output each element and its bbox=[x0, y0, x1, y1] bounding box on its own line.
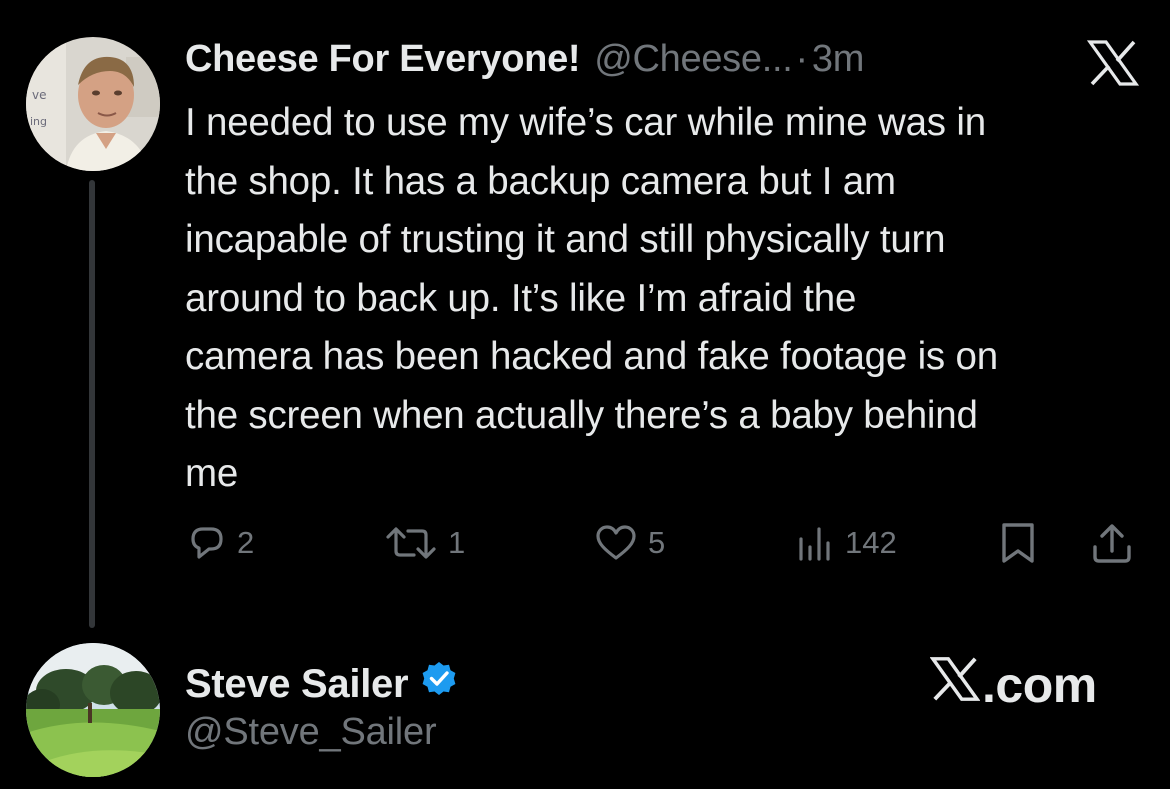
tweet-author-avatar[interactable]: ve ing bbox=[26, 37, 160, 171]
sharer-avatar[interactable] bbox=[26, 643, 160, 777]
tweet-handle[interactable]: @Cheese... bbox=[594, 38, 793, 81]
header-separator: · bbox=[795, 37, 809, 80]
x-logo-icon bbox=[1086, 40, 1140, 86]
tweet-action-bar: 2 1 5 142 bbox=[0, 515, 1170, 571]
xcom-domain-text: .com bbox=[982, 657, 1097, 713]
svg-text:ing: ing bbox=[30, 115, 47, 128]
bookmark-icon bbox=[998, 521, 1038, 565]
like-count: 5 bbox=[648, 525, 666, 560]
x-logo-icon bbox=[929, 656, 982, 714]
svg-text:ve: ve bbox=[32, 88, 46, 102]
xcom-branding: .com bbox=[929, 655, 1097, 715]
sharer-display-name[interactable]: Steve Sailer bbox=[185, 662, 409, 707]
bookmark-button[interactable] bbox=[998, 515, 1038, 571]
like-button[interactable]: 5 bbox=[594, 515, 665, 571]
repost-button[interactable]: 1 bbox=[384, 515, 465, 571]
tweet-text: I needed to use my wife’s car while mine… bbox=[185, 101, 998, 495]
share-button[interactable] bbox=[1090, 515, 1134, 571]
tweet-header: Cheese For Everyone! @Cheese... · 3m bbox=[185, 34, 864, 84]
reply-count: 2 bbox=[237, 525, 255, 560]
reply-icon bbox=[187, 523, 227, 563]
views-chart-icon bbox=[795, 523, 835, 563]
tweet-timestamp[interactable]: 3m bbox=[812, 38, 865, 81]
reply-button[interactable]: 2 bbox=[187, 515, 254, 571]
repost-count: 1 bbox=[448, 525, 466, 560]
repost-icon bbox=[384, 523, 438, 563]
verified-badge-icon bbox=[420, 660, 458, 708]
tweet-display-name[interactable]: Cheese For Everyone! bbox=[185, 38, 581, 81]
views-count: 142 bbox=[845, 525, 897, 560]
views-button[interactable]: 142 bbox=[795, 515, 897, 571]
share-icon bbox=[1090, 521, 1134, 565]
heart-icon bbox=[594, 523, 638, 563]
sharer-handle[interactable]: @Steve_Sailer bbox=[185, 711, 437, 754]
sharer-name-row: Steve Sailer bbox=[185, 656, 458, 712]
